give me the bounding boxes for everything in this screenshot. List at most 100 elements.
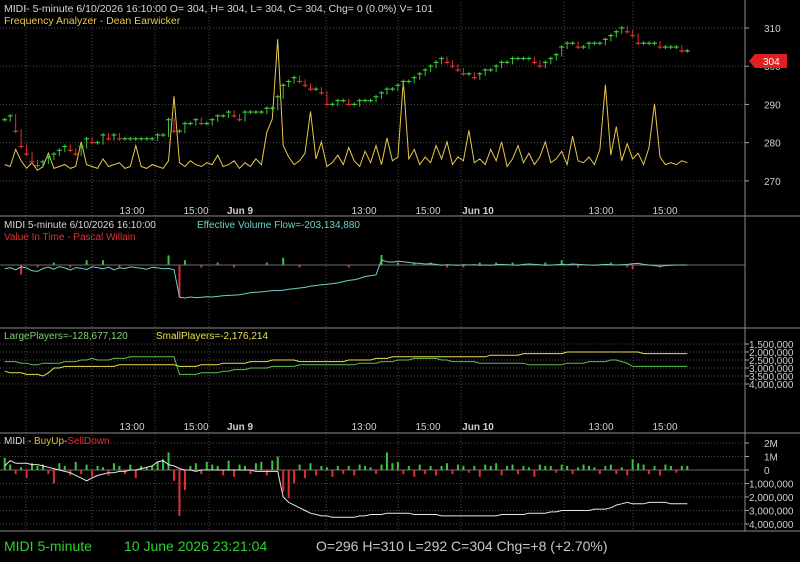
buyup-bar — [129, 464, 132, 470]
buyup-bar — [91, 470, 94, 477]
footer-symbol: MIDI 5-minute — [4, 538, 92, 554]
x-axis-label: Jun 10 — [462, 206, 494, 217]
buyup-bar — [364, 465, 367, 470]
buyup-bar — [216, 465, 219, 470]
buyup-bar — [25, 470, 28, 479]
x-axis-label: 15:00 — [415, 206, 440, 217]
buyup-bar — [331, 470, 334, 477]
buyup-bar — [413, 470, 416, 477]
buyup-bar — [489, 465, 492, 470]
buyup-bar — [102, 467, 105, 470]
buyup-bar — [123, 470, 126, 475]
x-axis-label: 15:00 — [183, 422, 208, 433]
evf-bar — [85, 260, 88, 265]
buyup-bar — [63, 465, 66, 470]
buyup-bar — [456, 464, 459, 470]
buyup-tick-label: 0 — [764, 466, 770, 477]
evf-header: MIDI 5-minute 6/10/2026 16:10:00 — [4, 220, 156, 231]
buyup-bar — [435, 470, 438, 476]
buyup-bar — [265, 470, 268, 476]
buyup-bar — [506, 465, 509, 470]
x-axis-label: 15:00 — [652, 422, 677, 433]
evf-bar — [631, 265, 634, 269]
buyup-bar — [227, 460, 230, 470]
footer-date: 10 June 2026 23:21:04 — [124, 538, 268, 554]
status-footer: MIDI 5-minute 10 June 2026 23:21:04 O=29… — [0, 533, 800, 562]
price-tick-label: 310 — [764, 24, 781, 35]
buyup-bar — [134, 470, 137, 479]
buyup-bar — [577, 467, 580, 470]
buyup-bar — [533, 470, 536, 477]
buyup-bar — [517, 470, 519, 475]
footer-ohlc: O=296 H=310 L=292 C=304 Chg=+8 (+2.70%) — [316, 538, 608, 554]
buyup-bar — [478, 470, 481, 477]
evf-bar — [282, 257, 285, 265]
buyup-bar — [522, 465, 525, 470]
buyup-bar — [347, 465, 350, 470]
x-axis-label: 13:00 — [119, 206, 144, 217]
buyup-bar — [96, 465, 99, 470]
buyup-title-buy: BuyUp — [34, 436, 64, 447]
buyup-bar — [282, 470, 285, 492]
buyup-title: MIDI - BuyUp-SellDown — [4, 436, 110, 447]
buyup-bar — [560, 464, 563, 470]
buyup-bar — [549, 465, 552, 470]
buyup-bar — [593, 467, 596, 470]
buyup-bar — [309, 463, 312, 470]
x-axis-label: 13:00 — [119, 422, 144, 433]
buyup-bar — [276, 456, 279, 470]
buyup-bar — [112, 463, 115, 470]
evf-bar — [167, 255, 170, 265]
buyup-bar — [582, 464, 585, 470]
buyup-bar — [658, 470, 661, 476]
buyup-bar — [238, 464, 241, 470]
price-tick-label: 270 — [764, 177, 781, 188]
last-price-tag: 304 — [749, 54, 787, 68]
buyup-bar — [189, 465, 192, 470]
x-axis-label: 15:00 — [652, 206, 677, 217]
buyup-bar — [85, 464, 88, 470]
buyup-bar — [571, 470, 574, 475]
buyup-bar — [183, 470, 186, 491]
buyup-bar — [429, 465, 432, 470]
buyup-bar — [669, 465, 672, 470]
buyup-bar — [3, 457, 6, 470]
buyup-bar — [391, 463, 394, 470]
evf-bar — [102, 260, 105, 265]
buyup-bar — [156, 461, 159, 470]
buyup-bar — [369, 467, 372, 470]
buyup-bar — [211, 464, 214, 470]
buyup-bar — [20, 467, 23, 470]
x-axis-label: 13:00 — [351, 206, 376, 217]
evf-subtitle: Value In Time - Pascal Willain — [4, 232, 136, 243]
x-axis-label: 13:00 — [588, 422, 613, 433]
buyup-bar — [511, 464, 514, 470]
buyup-bar — [620, 467, 623, 470]
buyup-bar — [47, 470, 50, 475]
buyup-bar — [500, 470, 503, 476]
buyup-bar — [544, 465, 547, 470]
chart-background — [0, 0, 800, 562]
buyup-bar — [194, 463, 197, 470]
buyup-bar — [233, 470, 236, 477]
buyup-bar — [446, 463, 449, 470]
buyup-bar — [173, 470, 175, 481]
buyup-bar — [52, 470, 55, 484]
buyup-bar — [36, 465, 39, 470]
buyup-bar — [118, 465, 121, 470]
buyup-tick-label: 4,000,000 — [749, 520, 794, 531]
buyup-bar — [598, 470, 601, 475]
buyup-bar — [298, 464, 301, 470]
buyup-bar — [260, 461, 263, 470]
buyup-bar — [375, 470, 378, 475]
buyup-bar — [440, 465, 443, 470]
x-axis-label: 13:00 — [351, 422, 376, 433]
buyup-bar — [653, 465, 656, 470]
buyup-bar — [473, 465, 476, 470]
large-players-label: LargePlayers=-128,677,120 — [4, 331, 128, 342]
buyup-bar — [314, 470, 317, 476]
players-y-axis: 1,500,0002,000,0002,500,0003,000,0003,50… — [745, 340, 794, 391]
buyup-bar — [205, 461, 208, 470]
buyup-bar — [402, 470, 405, 475]
buyup-bar — [538, 464, 541, 470]
